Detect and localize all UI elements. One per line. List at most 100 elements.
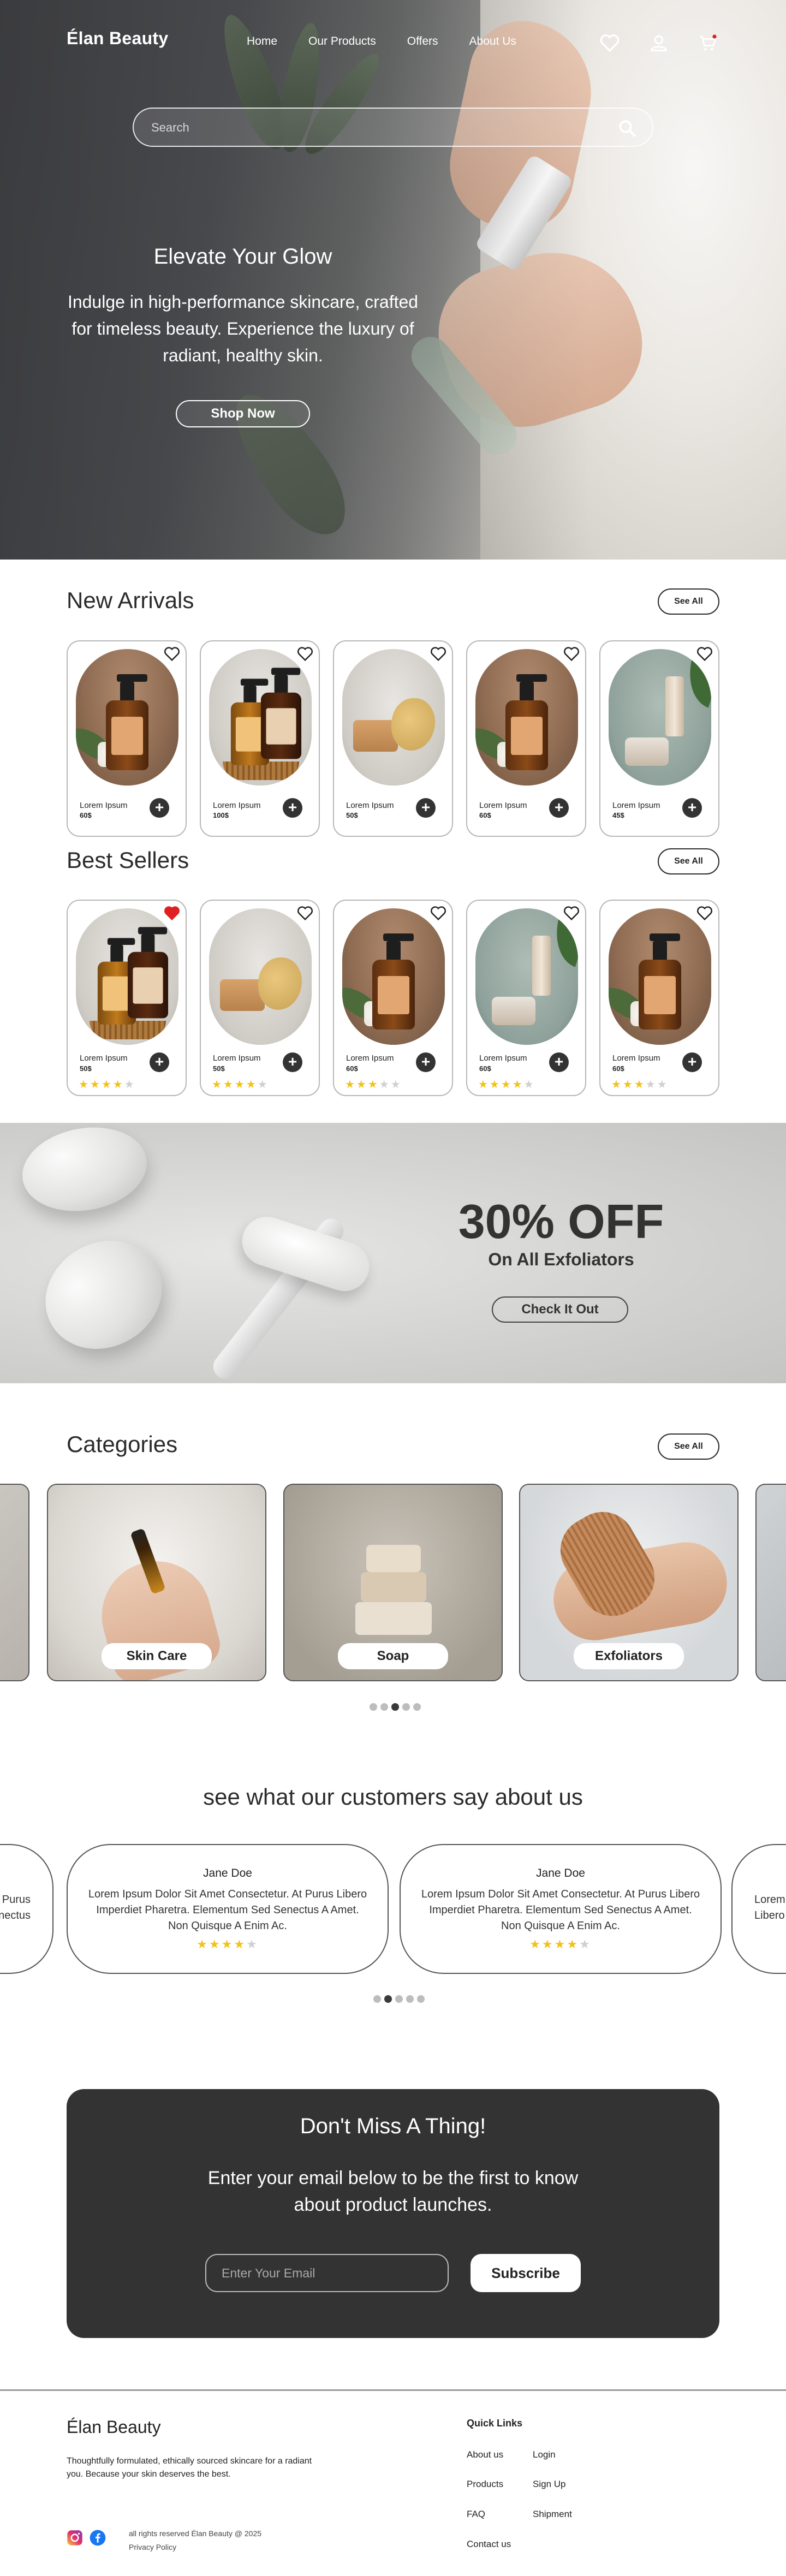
- stone-decoration: [15, 1123, 154, 1221]
- product-name: Lorem Ipsum: [612, 801, 660, 810]
- check-it-out-button[interactable]: Check It Out: [492, 1296, 628, 1323]
- product-image: [609, 908, 711, 1045]
- pagination-dot[interactable]: [370, 1703, 377, 1711]
- user-icon[interactable]: [647, 32, 670, 55]
- pagination-dot[interactable]: [417, 1995, 425, 2003]
- category-card[interactable]: Exfoliators: [519, 1484, 739, 1681]
- heart-icon[interactable]: [430, 646, 446, 663]
- footer-link-products[interactable]: Products: [467, 2479, 503, 2490]
- product-card[interactable]: Lorem Ipsum 50$ ★★★★★ +: [67, 900, 187, 1096]
- heart-icon[interactable]: [297, 646, 313, 663]
- rating-stars: ★★★★★: [529, 1937, 592, 1951]
- shop-now-button[interactable]: Shop Now: [176, 400, 310, 427]
- footer-link-faq[interactable]: FAQ: [467, 2509, 485, 2520]
- nav-about-us[interactable]: About Us: [469, 35, 516, 48]
- pagination-dot-active[interactable]: [391, 1703, 399, 1711]
- nav-our-products[interactable]: Our Products: [308, 35, 376, 48]
- pagination-dot[interactable]: [402, 1703, 410, 1711]
- product-card[interactable]: Lorem Ipsum 60$ +: [466, 640, 586, 837]
- new-arrivals-see-all-button[interactable]: See All: [658, 588, 719, 615]
- facebook-icon[interactable]: [90, 2530, 106, 2546]
- product-card[interactable]: Lorem Ipsum 50$ ★★★★★ +: [200, 900, 320, 1096]
- product-price: 45$: [612, 811, 624, 819]
- product-card[interactable]: Lorem Ipsum 60$ ★★★★★ +: [333, 900, 453, 1096]
- rating-stars: ★★★★★: [611, 1079, 669, 1091]
- rating-stars: ★★★★★: [478, 1079, 535, 1091]
- add-to-cart-button[interactable]: +: [416, 798, 436, 818]
- footer-link-contact-us[interactable]: Contact us: [467, 2539, 511, 2550]
- top-nav: Élan Beauty Home Our Products Offers Abo…: [0, 0, 786, 82]
- category-card[interactable]: Soap: [283, 1484, 503, 1681]
- category-label: Skin Care: [102, 1643, 212, 1669]
- heart-icon[interactable]: [430, 906, 446, 922]
- heart-icon[interactable]: [598, 32, 621, 55]
- categories-see-all-button[interactable]: See All: [658, 1433, 719, 1460]
- heart-icon[interactable]: [563, 906, 580, 922]
- pagination-dot[interactable]: [395, 1995, 403, 2003]
- product-price: 50$: [213, 1064, 225, 1073]
- product-image: [76, 649, 178, 786]
- product-card[interactable]: Lorem Ipsum 60$ +: [67, 640, 187, 837]
- best-sellers-see-all-button[interactable]: See All: [658, 848, 719, 874]
- email-field[interactable]: [205, 2254, 449, 2292]
- product-price: 60$: [479, 1064, 491, 1073]
- testimonial-author: Jane Doe: [536, 1867, 585, 1879]
- newsletter-title: Don't Miss A Thing!: [300, 2114, 486, 2138]
- heart-icon[interactable]: [696, 646, 713, 663]
- add-to-cart-button[interactable]: +: [150, 1052, 169, 1072]
- product-card[interactable]: Lorem Ipsum 60$ ★★★★★ +: [466, 900, 586, 1096]
- add-to-cart-button[interactable]: +: [283, 1052, 302, 1072]
- footer-brand[interactable]: Élan Beauty: [67, 2417, 161, 2437]
- add-to-cart-button[interactable]: +: [682, 798, 702, 818]
- search-bar: [133, 108, 653, 147]
- add-to-cart-button[interactable]: +: [416, 1052, 436, 1072]
- product-card[interactable]: Lorem Ipsum 60$ ★★★★★ +: [599, 900, 719, 1096]
- heart-icon[interactable]: [164, 646, 180, 663]
- category-card-partial[interactable]: [0, 1484, 29, 1681]
- testimonial-card: Jane Doe Lorem Ipsum Dolor Sit Amet Cons…: [67, 1844, 389, 1974]
- add-to-cart-button[interactable]: +: [283, 798, 302, 818]
- product-card[interactable]: Lorem Ipsum 100$ +: [200, 640, 320, 837]
- add-to-cart-button[interactable]: +: [549, 798, 569, 818]
- nav-home[interactable]: Home: [247, 35, 277, 48]
- pagination-dot[interactable]: [380, 1703, 388, 1711]
- product-card[interactable]: Lorem Ipsum 45$ +: [599, 640, 719, 837]
- add-to-cart-button[interactable]: +: [549, 1052, 569, 1072]
- heart-icon[interactable]: [563, 646, 580, 663]
- add-to-cart-button[interactable]: +: [150, 798, 169, 818]
- instagram-icon[interactable]: [67, 2530, 83, 2546]
- heart-icon[interactable]: [696, 906, 713, 922]
- subscribe-button[interactable]: Subscribe: [471, 2254, 581, 2292]
- heart-icon[interactable]: [297, 906, 313, 922]
- footer-link-sign-up[interactable]: Sign Up: [533, 2479, 565, 2490]
- brand-logo[interactable]: Élan Beauty: [67, 28, 168, 49]
- footer-link-login[interactable]: Login: [533, 2449, 556, 2460]
- pagination-dot[interactable]: [413, 1703, 421, 1711]
- product-name: Lorem Ipsum: [80, 1054, 128, 1063]
- footer-divider: [0, 2389, 786, 2391]
- quick-links-title: Quick Links: [467, 2418, 523, 2429]
- product-name: Lorem Ipsum: [346, 801, 394, 810]
- add-to-cart-button[interactable]: +: [682, 1052, 702, 1072]
- heart-icon-filled[interactable]: [164, 906, 180, 922]
- product-price: 60$: [612, 1064, 624, 1073]
- testimonial-text-partial: Lorem Libero: [754, 1894, 785, 1921]
- pagination-dot[interactable]: [373, 1995, 381, 2003]
- promo-banner: 30% OFF On All Exfoliators Check It Out: [0, 1123, 786, 1383]
- privacy-policy-link[interactable]: Privacy Policy: [129, 2543, 176, 2551]
- nav-offers[interactable]: Offers: [407, 35, 438, 48]
- cart-icon[interactable]: [696, 32, 719, 55]
- pagination-dot[interactable]: [406, 1995, 414, 2003]
- search-icon[interactable]: [617, 118, 637, 138]
- category-card[interactable]: Skin Care: [47, 1484, 266, 1681]
- rating-stars: ★★★★★: [79, 1079, 136, 1091]
- footer-link-shipment[interactable]: Shipment: [533, 2509, 572, 2520]
- product-card[interactable]: Lorem Ipsum 50$ +: [333, 640, 453, 837]
- category-card-partial[interactable]: [755, 1484, 786, 1681]
- product-name: Lorem Ipsum: [479, 801, 527, 810]
- product-name: Lorem Ipsum: [213, 1054, 261, 1063]
- product-price: 60$: [80, 811, 92, 819]
- footer-link-about-us[interactable]: About us: [467, 2449, 503, 2460]
- search-input[interactable]: [151, 118, 599, 137]
- pagination-dot-active[interactable]: [384, 1995, 392, 2003]
